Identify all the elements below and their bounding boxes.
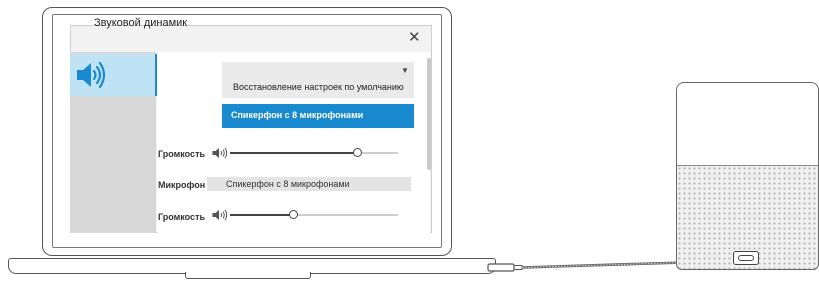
laptop-notch [185,272,311,279]
speaker-icon [77,61,106,89]
playback-volume-label: Громкость [158,149,206,159]
dropdown-selected-value: Восстановление настроек по умолчанию [233,82,404,92]
microphone-select-value: Спикерфон с 8 микрофонами [226,179,350,189]
volume-icon [212,209,228,221]
scrollbar[interactable] [427,58,431,170]
playback-volume-slider-fill [230,152,358,154]
microphone-label: Микрофон [158,180,206,190]
volume-icon [212,147,228,159]
recording-volume-slider-fill [230,214,294,216]
close-button[interactable]: ✕ [408,30,421,46]
dropdown-option-label: Спикерфон с 8 микрофонами [231,110,364,120]
device-dropdown[interactable] [222,62,414,98]
speaker-device-top [676,82,819,165]
dropdown-arrow-icon[interactable]: ▼ [401,66,409,75]
dialog-title: Звуковой динамик [94,17,188,29]
recording-volume-label: Громкость [158,212,206,222]
usb-port-inner [738,255,754,261]
